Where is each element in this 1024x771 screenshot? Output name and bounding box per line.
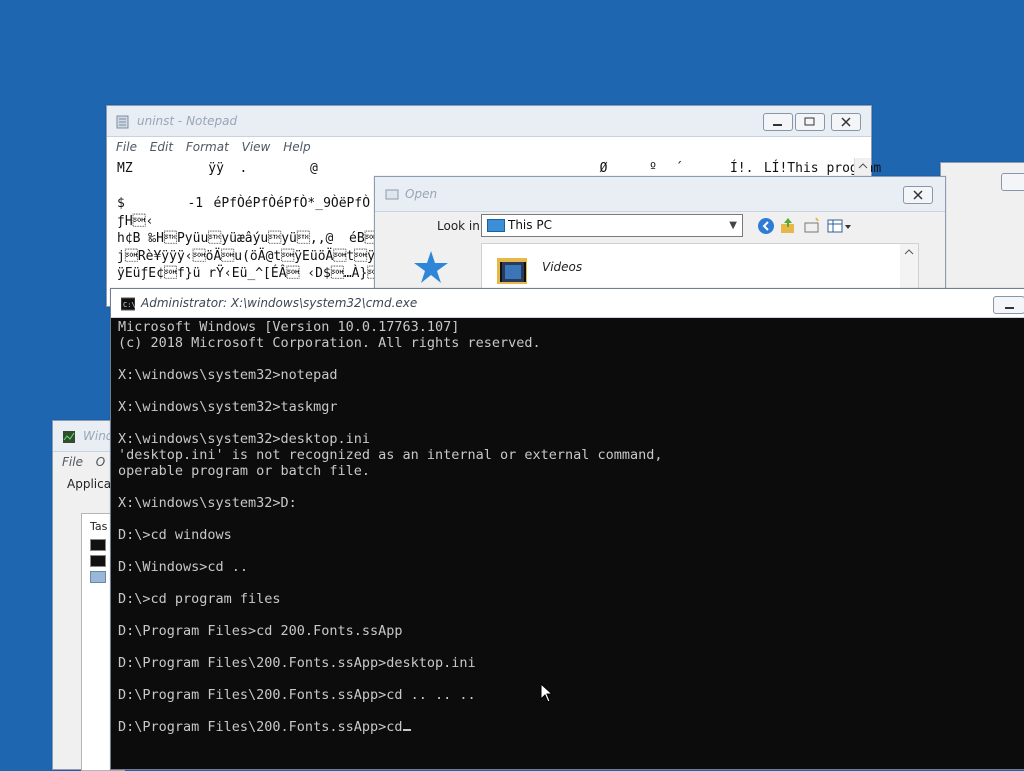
console-line: 'desktop.ini' is not recognized as an in…	[118, 447, 663, 463]
up-folder-icon	[781, 218, 794, 233]
video-folder-icon	[497, 258, 527, 284]
star-icon[interactable]	[411, 247, 451, 287]
text-cursor	[403, 729, 412, 731]
cmd-titlebar[interactable]: C:\ Administrator: X:\windows\system32\c…	[111, 289, 1024, 318]
menu-help[interactable]: Help	[283, 140, 310, 154]
look-in-value: This PC	[508, 218, 552, 232]
generic-app-icon	[90, 571, 106, 583]
minimize-button[interactable]	[993, 296, 1024, 314]
notepad-icon	[116, 115, 129, 129]
file-item-label[interactable]: Videos	[542, 260, 582, 274]
new-folder-button[interactable]	[803, 217, 821, 235]
console-line: X:\windows\system32>D:	[118, 495, 297, 511]
notepad-line: MZ   ÿÿ . @ Ø º ´ Í!.LÍ!This progra…	[117, 161, 882, 176]
cmd-icon: C:\	[121, 297, 135, 311]
menu-options[interactable]: O	[96, 455, 105, 469]
view-menu-icon	[827, 219, 851, 233]
minimize-button[interactable]	[763, 113, 793, 131]
cmd-title: Administrator: X:\windows\system32\cmd.e…	[141, 296, 418, 310]
console-line: X:\windows\system32>taskmgr	[118, 399, 338, 415]
console-line: D:\>cd windows	[118, 527, 232, 543]
notepad-line: ÿEüƒE¢f}ü rŸ‹Eü_^[ÉÂ ‹D$…À}@¹	[117, 266, 396, 281]
scroll-up-arrow-icon[interactable]	[900, 245, 918, 259]
console-line: X:\windows\system32>notepad	[118, 367, 338, 383]
computer-icon	[487, 219, 505, 232]
back-arrow-icon	[758, 218, 774, 234]
folder-icon	[385, 189, 399, 200]
close-icon	[841, 117, 851, 127]
close-button[interactable]	[831, 113, 861, 131]
console-line: X:\windows\system32>desktop.ini	[118, 431, 370, 447]
applications-tab[interactable]: Applica	[67, 477, 111, 491]
minimize-icon	[773, 124, 782, 126]
console-line: operable program or batch file.	[118, 463, 370, 479]
back-button[interactable]	[757, 217, 775, 235]
console-prompt-line[interactable]: D:\Program Files\200.Fonts.ssApp>cd	[118, 719, 1024, 735]
notepad-title: uninst - Notepad	[137, 114, 238, 128]
open-dialog-titlebar[interactable]: Open	[375, 177, 945, 212]
menu-edit[interactable]: Edit	[150, 140, 173, 154]
menu-view[interactable]: View	[242, 140, 271, 154]
notepad-line: ƒH‹	[117, 213, 154, 229]
cmd-window[interactable]: C:\ Administrator: X:\windows\system32\c…	[110, 288, 1024, 770]
look-in-dropdown[interactable]: This PC ▼	[481, 214, 743, 237]
menu-file[interactable]: File	[116, 140, 137, 154]
console-line: D:\Program Files\200.Fonts.ssApp>desktop…	[118, 655, 476, 671]
console-input[interactable]: D:\Program Files\200.Fonts.ssApp>cd	[118, 719, 402, 735]
minimize-button[interactable]	[1001, 173, 1024, 191]
close-button[interactable]	[903, 186, 933, 204]
cmd-console-output[interactable]: Microsoft Windows [Version 10.0.17763.10…	[118, 319, 1024, 769]
task-manager-icon	[63, 431, 75, 443]
close-icon	[913, 190, 923, 200]
console-line: D:\Program Files\200.Fonts.ssApp>cd .. .…	[118, 687, 476, 703]
svg-text:C:\: C:\	[123, 301, 135, 309]
console-line: D:\>cd program files	[118, 591, 281, 607]
console-line: D:\Program Files>cd 200.Fonts.ssApp	[118, 623, 403, 639]
restore-icon	[804, 117, 815, 126]
open-dialog-title: Open	[405, 187, 438, 201]
background-window	[940, 162, 1024, 294]
restore-button[interactable]	[795, 113, 825, 131]
menu-file[interactable]: File	[62, 455, 83, 469]
cmd-icon	[90, 539, 106, 551]
view-menu-button[interactable]	[827, 217, 853, 235]
scroll-up-arrow-icon[interactable]	[855, 159, 871, 173]
notepad-menubar: File Edit Format View Help	[107, 137, 871, 157]
console-line: D:\Windows>cd ..	[118, 559, 249, 575]
mouse-pointer-icon	[540, 683, 554, 703]
menu-format[interactable]: Format	[186, 140, 229, 154]
up-folder-button[interactable]	[779, 217, 797, 235]
7zip-icon	[90, 555, 106, 567]
new-folder-icon	[804, 217, 819, 233]
notepad-line: $ -1éPfÒéPfÒéPfÒ*_9ÒëPfÒ	[117, 196, 371, 211]
console-line: Microsoft Windows [Version 10.0.17763.10…	[118, 319, 460, 335]
console-line: (c) 2018 Microsoft Corporation. All righ…	[118, 335, 541, 351]
notepad-titlebar[interactable]: uninst - Notepad	[107, 106, 871, 137]
chevron-down-icon: ▼	[729, 220, 737, 231]
look-in-label: Look in:	[437, 219, 484, 233]
minimize-icon	[1005, 307, 1014, 309]
open-dialog[interactable]: Open Look in: This PC ▼ Videos	[374, 176, 946, 305]
